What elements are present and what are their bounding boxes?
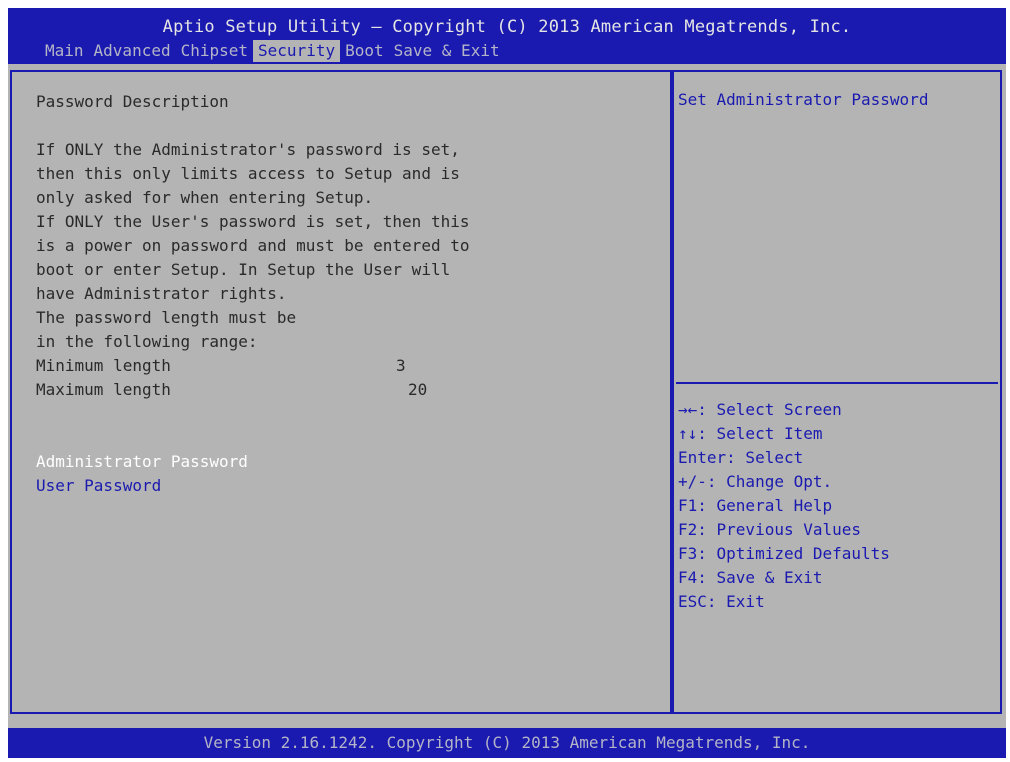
tab-main[interactable]: Main <box>40 40 89 62</box>
key-previous-values: F2: Previous Values <box>678 520 862 539</box>
header-bar: Aptio Setup Utility – Copyright (C) 2013… <box>8 8 1006 64</box>
description-line: is a power on password and must be enter… <box>36 236 470 255</box>
key-select-screen: →←: Select Screen <box>678 400 842 419</box>
tab-security[interactable]: Security <box>253 40 341 62</box>
app-title: Aptio Setup Utility – Copyright (C) 2013… <box>162 17 852 37</box>
description-line: only asked for when entering Setup. <box>36 188 374 207</box>
bios-screen: Aptio Setup Utility – Copyright (C) 2013… <box>0 0 1010 762</box>
user-password-item[interactable]: User Password <box>36 474 161 498</box>
administrator-password-item[interactable]: Administrator Password <box>36 450 248 474</box>
tab-advanced[interactable]: Advanced <box>89 40 176 62</box>
key-select-item: ↑↓: Select Item <box>678 424 823 443</box>
maximum-length-label: Maximum length <box>36 380 171 399</box>
key-legend: →←: Select Screen ↑↓: Select Item Enter:… <box>678 398 890 614</box>
description-line: then this only limits access to Setup an… <box>36 164 460 183</box>
tab-bar: Main Advanced Chipset Security Boot Save… <box>40 40 505 62</box>
tab-boot[interactable]: Boot <box>340 40 389 62</box>
description-line: If ONLY the User's password is set, then… <box>36 212 470 231</box>
description-line: If ONLY the Administrator's password is … <box>36 140 460 159</box>
description-line: The password length must be <box>36 308 297 327</box>
key-change-opt: +/-: Change Opt. <box>678 472 833 491</box>
description-line: in the following range: <box>36 332 258 351</box>
description-line: boot or enter Setup. In Setup the User w… <box>36 260 451 279</box>
help-description: Set Administrator Password <box>678 90 929 109</box>
password-description-title: Password Description <box>36 92 229 111</box>
maximum-length-value: 20 <box>408 380 428 399</box>
tab-chipset[interactable]: Chipset <box>176 40 253 62</box>
tab-save-exit[interactable]: Save & Exit <box>389 40 505 62</box>
key-optimized-defaults: F3: Optimized Defaults <box>678 544 890 563</box>
description-line: have Administrator rights. <box>36 284 287 303</box>
help-divider <box>676 382 998 384</box>
footer-bar: Version 2.16.1242. Copyright (C) 2013 Am… <box>8 728 1006 758</box>
key-general-help: F1: General Help <box>678 496 833 515</box>
version-text: Version 2.16.1242. Copyright (C) 2013 Am… <box>203 733 811 752</box>
help-panel: Set Administrator Password →←: Select Sc… <box>672 70 1002 714</box>
main-body: Password Description If ONLY the Adminis… <box>8 64 1006 728</box>
minimum-length-value: 3 <box>396 356 406 375</box>
settings-panel: Password Description If ONLY the Adminis… <box>10 70 672 714</box>
key-enter-select: Enter: Select <box>678 448 804 467</box>
minimum-length-label: Minimum length <box>36 356 171 375</box>
key-save-exit: F4: Save & Exit <box>678 568 823 587</box>
key-esc-exit: ESC: Exit <box>678 592 765 611</box>
